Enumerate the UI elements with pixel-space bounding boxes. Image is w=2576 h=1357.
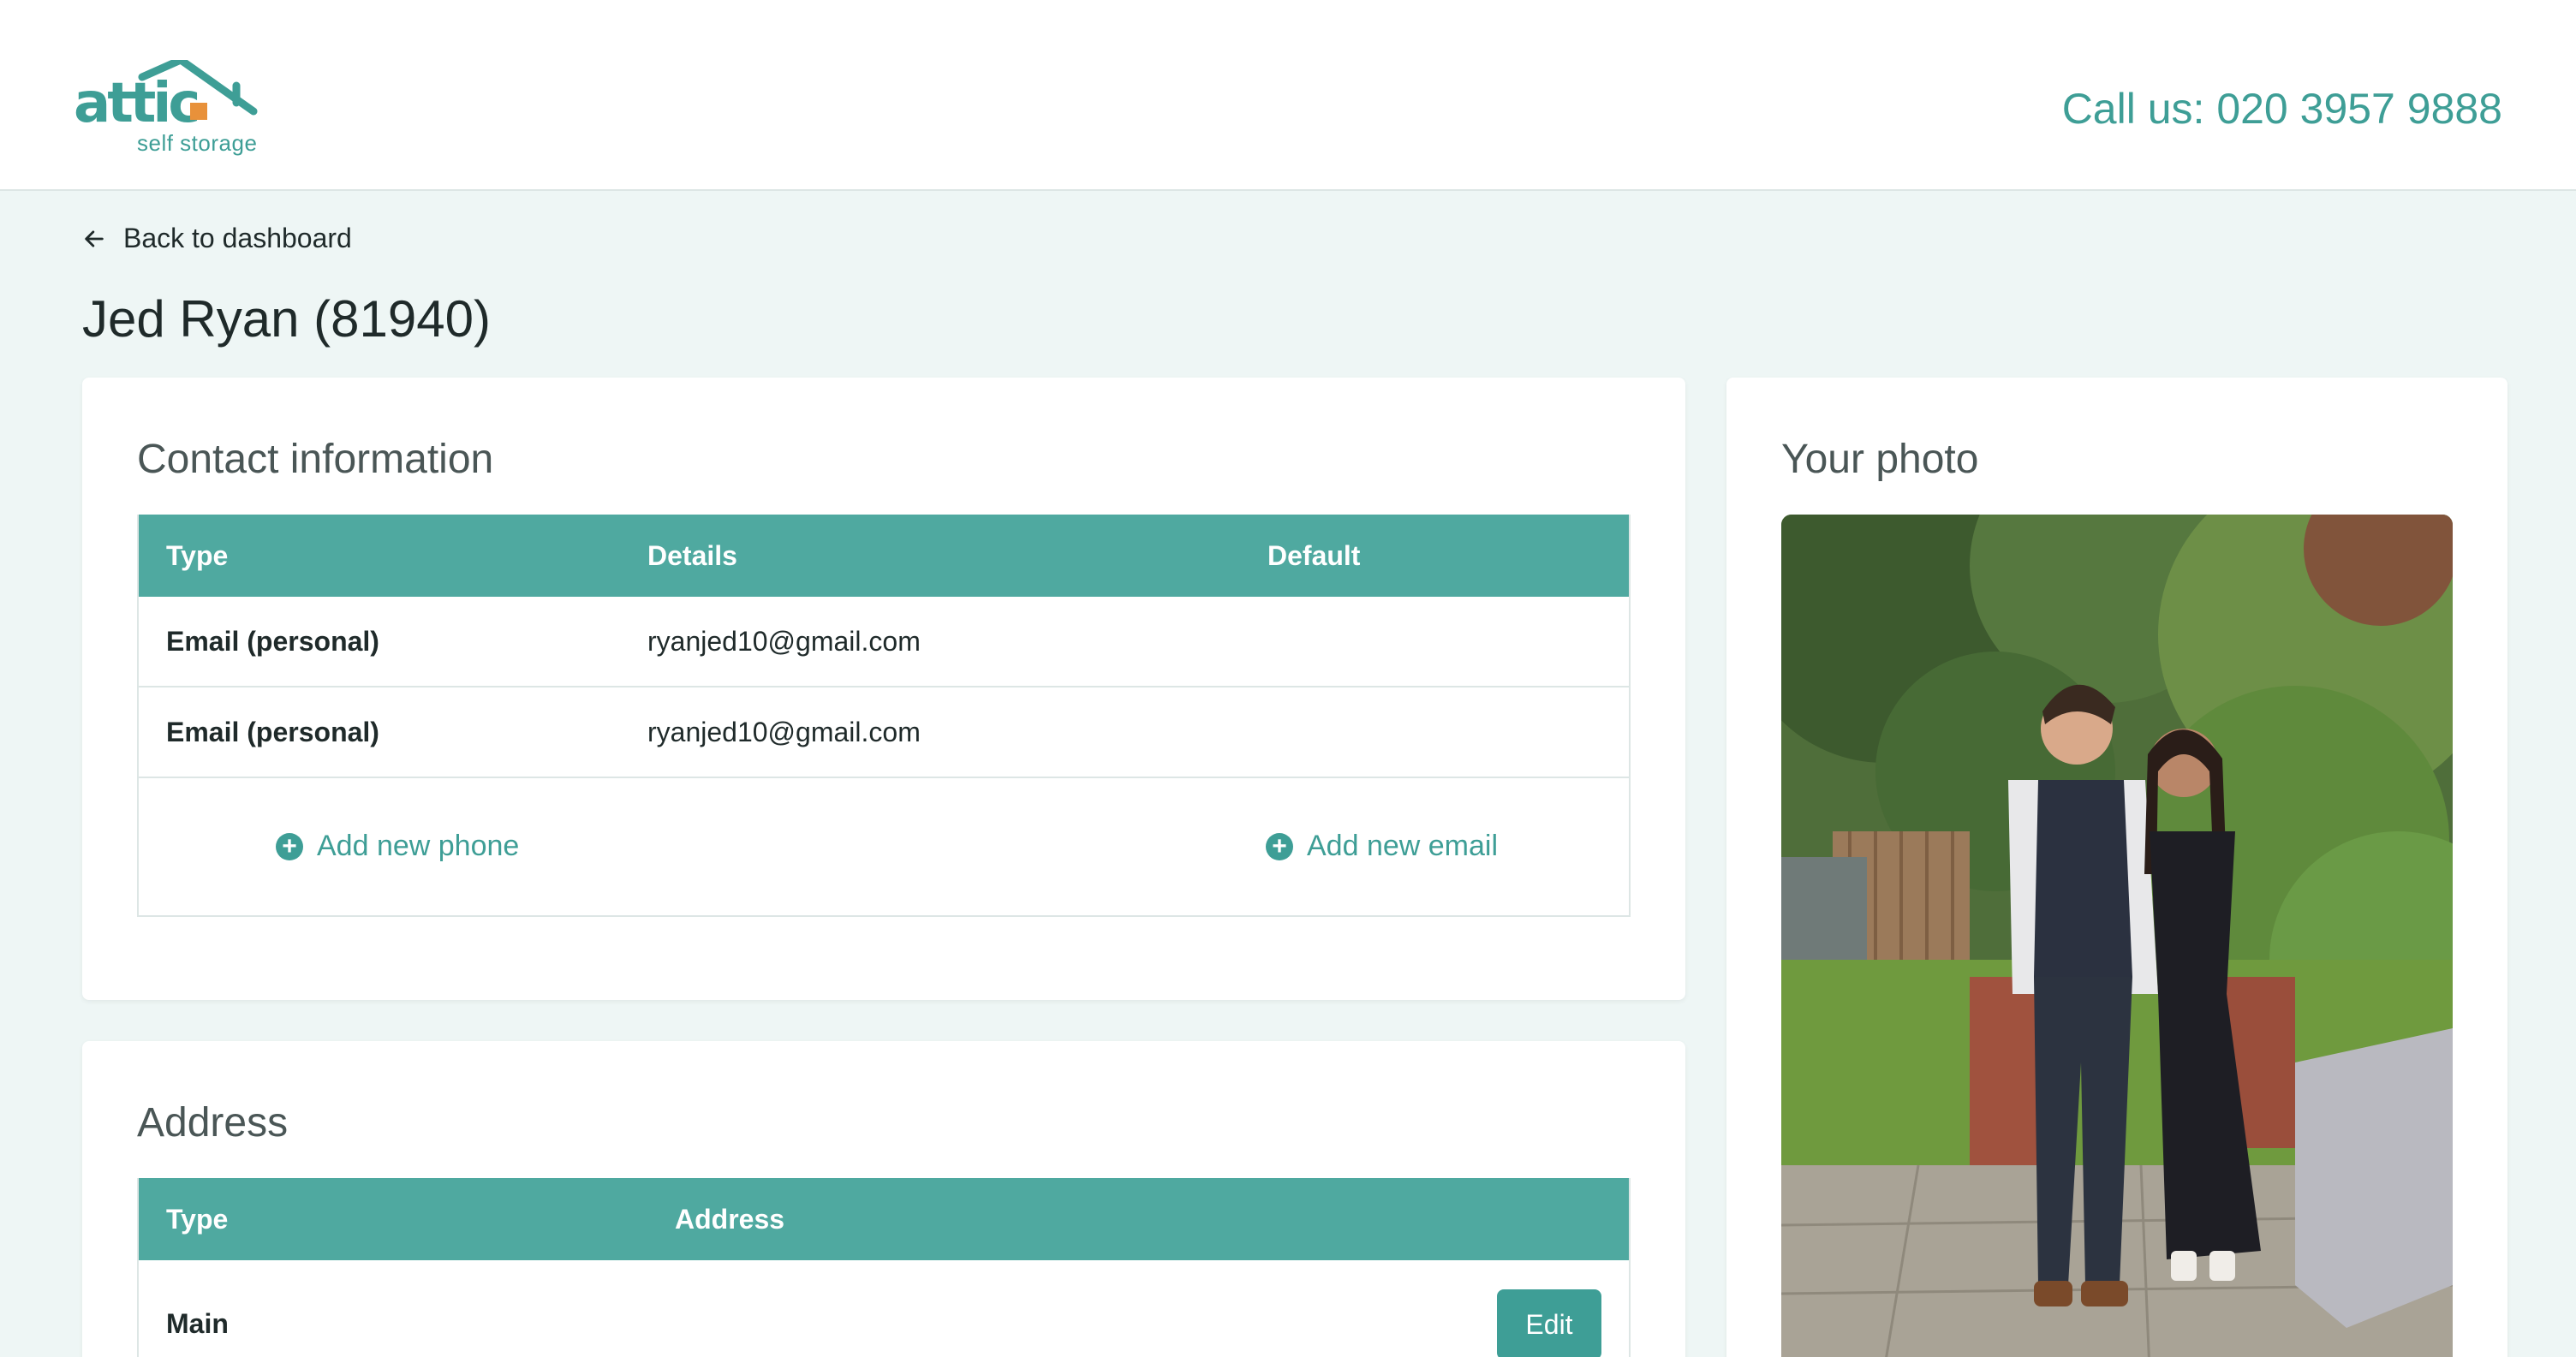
user-photo <box>1781 515 2453 1357</box>
table-row: Main Edit <box>139 1260 1629 1357</box>
edit-address-button[interactable]: Edit <box>1497 1289 1601 1357</box>
table-row: Email (personal) ryanjed10@gmail.com <box>139 597 1629 687</box>
plus-circle-icon: + <box>1266 832 1293 860</box>
photo-illustration <box>1781 515 2453 1357</box>
phone-number[interactable]: Call us: 020 3957 9888 <box>2062 84 2502 134</box>
page-title: Jed Ryan (81940) <box>82 290 491 348</box>
contact-card-title: Contact information <box>137 437 494 482</box>
address-card: Address Type Address Main Edit <box>82 1041 1685 1357</box>
address-table-header: Type Address <box>139 1178 1629 1260</box>
svg-text:attic: attic <box>74 72 197 135</box>
column-header-default: Default <box>1267 540 1361 571</box>
back-label: Back to dashboard <box>123 223 352 253</box>
address-type: Main <box>166 1308 229 1339</box>
logo-subtitle: self storage <box>137 130 258 156</box>
address-card-title: Address <box>137 1100 289 1146</box>
contact-type: Email (personal) <box>166 626 379 657</box>
add-new-email-button[interactable]: + Add new email <box>1266 830 1498 863</box>
add-email-label: Add new email <box>1307 830 1499 862</box>
add-contact-row: + Add new phone + Add new email <box>139 778 1629 915</box>
contact-details: ryanjed10@gmail.com <box>647 717 921 747</box>
attic-logo-mark: attic <box>74 56 258 135</box>
contact-table: Type Details Default Email (personal) ry… <box>137 515 1631 917</box>
add-phone-label: Add new phone <box>317 830 520 862</box>
column-header-address: Address <box>675 1204 785 1235</box>
arrow-left-icon <box>85 229 104 247</box>
contact-information-card: Contact information Type Details Default… <box>82 378 1685 1000</box>
site-header: attic self storage Call us: 020 3957 988… <box>0 0 2576 191</box>
contact-type: Email (personal) <box>166 717 379 747</box>
table-row: Email (personal) ryanjed10@gmail.com <box>139 687 1629 778</box>
column-header-details: Details <box>647 540 737 571</box>
address-table: Type Address Main Edit <box>137 1178 1631 1357</box>
back-to-dashboard-link[interactable]: Back to dashboard <box>82 223 352 254</box>
your-photo-card: Your photo <box>1726 378 2507 1357</box>
contact-details: ryanjed10@gmail.com <box>647 626 921 657</box>
add-new-phone-button[interactable]: + Add new phone <box>276 830 519 863</box>
column-header-type: Type <box>166 1204 229 1235</box>
photo-card-title: Your photo <box>1781 437 1979 482</box>
column-header-type: Type <box>166 540 229 571</box>
plus-circle-icon: + <box>276 832 303 860</box>
contact-table-header: Type Details Default <box>139 515 1629 597</box>
